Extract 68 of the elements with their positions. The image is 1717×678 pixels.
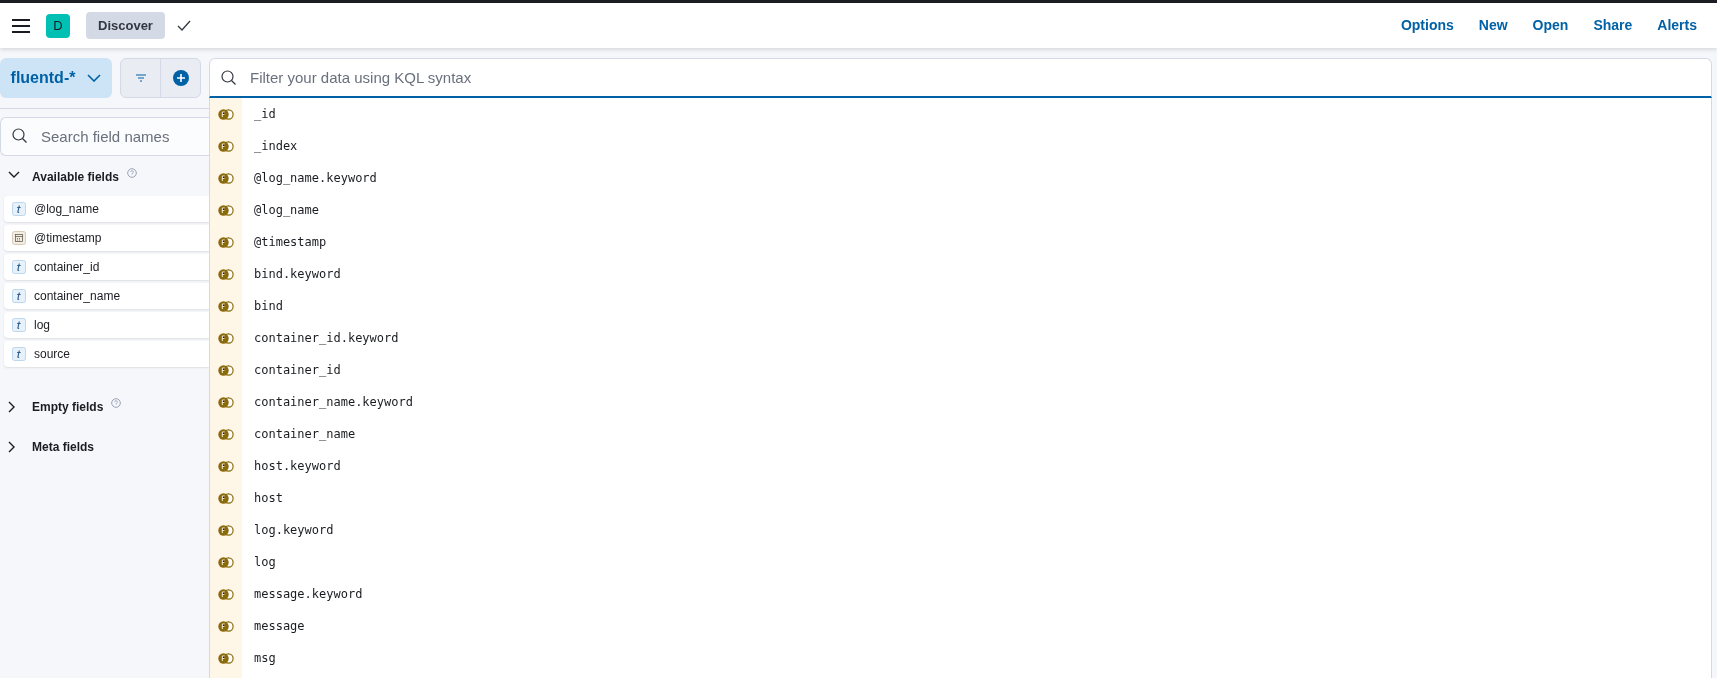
text-type-icon xyxy=(12,289,26,303)
space-avatar[interactable]: D xyxy=(46,13,70,38)
search-field[interactable]: Search field names xyxy=(0,117,209,156)
suggestion-item[interactable]: container_id xyxy=(210,354,1711,386)
suggestion-item[interactable]: _index xyxy=(210,130,1711,162)
field-token-icon xyxy=(218,396,234,408)
text-type-icon xyxy=(12,260,26,274)
field-token-icon xyxy=(218,620,234,632)
field-token-icon xyxy=(218,300,234,312)
suggestion-item[interactable]: log xyxy=(210,546,1711,578)
plus-circle-icon xyxy=(172,70,189,86)
suggestion-item[interactable]: @log_name.keyword xyxy=(210,162,1711,194)
suggestion-item[interactable]: log.keyword xyxy=(210,514,1711,546)
suggestion-item[interactable]: container_name.keyword xyxy=(210,386,1711,418)
field-token-icon xyxy=(218,172,234,184)
field-row[interactable]: source xyxy=(4,341,209,367)
field-token-icon xyxy=(218,236,234,248)
field-row[interactable]: @timestamp xyxy=(4,225,209,251)
suggestion-item[interactable]: @log_name xyxy=(210,194,1711,226)
header-link[interactable]: New xyxy=(1478,15,1508,36)
field-token-icon xyxy=(218,268,234,280)
search-icon xyxy=(221,70,237,86)
suggestion-item[interactable]: message.keyword xyxy=(210,578,1711,610)
field-token-icon xyxy=(218,492,234,504)
section-title[interactable]: Available fields xyxy=(32,168,119,186)
filter-icon xyxy=(134,74,147,82)
field-row[interactable]: log xyxy=(4,312,209,338)
suggestion-item[interactable]: container_name xyxy=(210,418,1711,450)
field-token-icon xyxy=(218,204,234,216)
field-token-icon xyxy=(218,108,234,120)
section-title[interactable]: Empty fields xyxy=(32,398,104,416)
suggestion-item[interactable]: message xyxy=(210,610,1711,642)
field-token-icon xyxy=(218,332,234,344)
suggestion-item[interactable]: msg xyxy=(210,642,1711,674)
suggestion-item[interactable]: host.keyword xyxy=(210,450,1711,482)
field-token-icon xyxy=(218,652,234,664)
header-link[interactable]: Options xyxy=(1400,15,1454,36)
search-icon xyxy=(12,128,28,144)
check-icon xyxy=(176,19,191,32)
menu-icon[interactable] xyxy=(12,18,30,33)
field-token-icon xyxy=(218,524,234,536)
text-type-icon xyxy=(12,318,26,332)
suggestion-item[interactable]: container_id.keyword xyxy=(210,322,1711,354)
field-token-icon xyxy=(218,588,234,600)
header-link[interactable]: Alerts xyxy=(1657,15,1697,36)
field-token-icon xyxy=(218,364,234,376)
field-row[interactable]: container_id xyxy=(4,254,209,280)
field-token-icon xyxy=(218,460,234,472)
breadcrumb[interactable]: Discover xyxy=(86,11,165,40)
chevron-down-icon xyxy=(87,74,102,82)
query-input[interactable]: Filter your data using KQL syntax xyxy=(209,58,1712,98)
field-token-icon xyxy=(218,428,234,440)
field-row[interactable]: @log_name xyxy=(4,196,209,222)
field-row[interactable]: container_name xyxy=(4,283,209,309)
suggestion-item[interactable]: bind.keyword xyxy=(210,258,1711,290)
suggestion-item[interactable]: host xyxy=(210,482,1711,514)
header-link[interactable]: Share xyxy=(1593,15,1633,36)
field-token-icon xyxy=(218,140,234,152)
section-title[interactable]: Meta fields xyxy=(32,438,94,456)
text-type-icon xyxy=(12,347,26,361)
index-pattern-button[interactable]: fluentd-* xyxy=(0,58,112,98)
calendar-icon xyxy=(12,231,26,245)
header-link[interactable]: Open xyxy=(1532,15,1569,36)
suggestion-item[interactable]: _id xyxy=(210,98,1711,130)
suggestion-item[interactable]: @timestamp xyxy=(210,226,1711,258)
suggestion-item[interactable]: bind xyxy=(210,290,1711,322)
text-type-icon xyxy=(12,202,26,216)
field-token-icon xyxy=(218,556,234,568)
